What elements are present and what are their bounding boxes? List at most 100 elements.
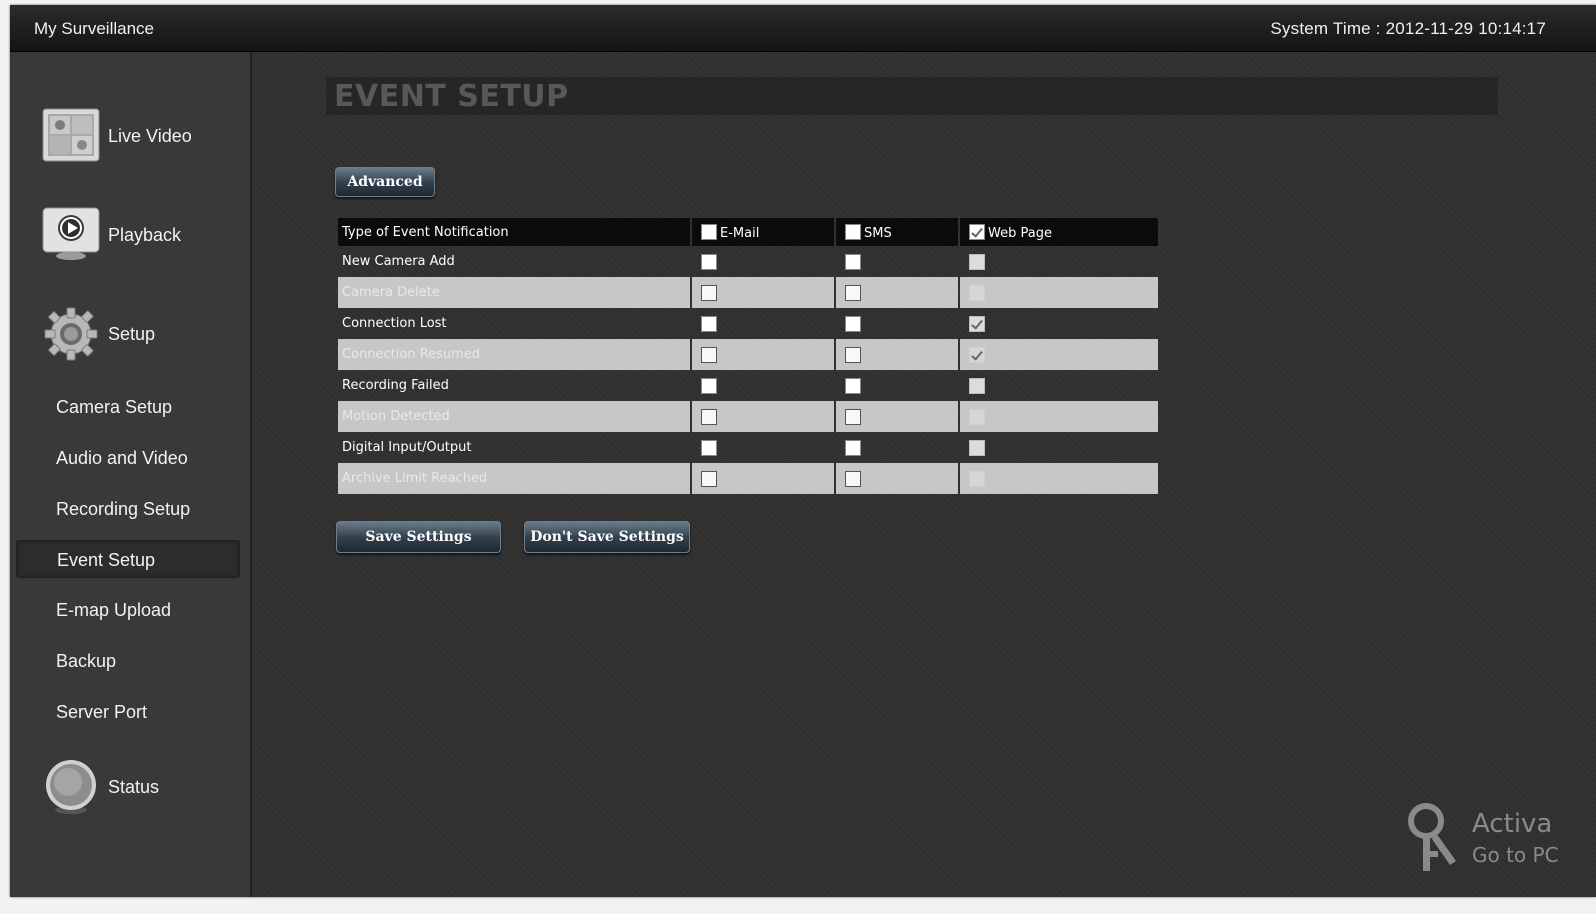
web-page-checkbox <box>969 439 985 456</box>
sidebar-item-event-setup[interactable]: Event Setup <box>16 540 240 578</box>
sms-cell <box>836 401 958 432</box>
main-content: EVENT SETUP Advanced Type of Event Notif… <box>252 52 1596 897</box>
web-page-cell <box>960 370 1158 401</box>
web-page-checkbox <box>969 346 985 363</box>
web-page-cell <box>960 432 1158 463</box>
email-checkbox[interactable] <box>701 470 717 487</box>
event-name: Connection Resumed <box>338 339 690 370</box>
table-row: New Camera Add <box>338 246 1158 277</box>
event-name: Recording Failed <box>342 378 449 393</box>
table-row: Archive Limit Reached <box>338 463 1158 494</box>
event-name: Archive Limit Reached <box>338 463 690 494</box>
event-notification-table: Type of Event Notification E-Mail SMS We… <box>336 218 1160 494</box>
sms-cell <box>836 246 958 277</box>
sms-checkbox[interactable] <box>845 284 861 301</box>
page-header: EVENT SETUP <box>326 77 1498 115</box>
email-cell <box>692 246 834 277</box>
web-page-cell <box>960 339 1158 370</box>
web-page-cell <box>960 277 1158 308</box>
email-checkbox[interactable] <box>701 408 717 425</box>
web-page-checkbox <box>969 253 985 270</box>
sidebar-item-recording-setup[interactable]: Recording Setup <box>16 490 240 528</box>
nav-playback[interactable]: Playback <box>42 205 242 265</box>
sms-checkbox[interactable] <box>845 315 861 332</box>
email-cell <box>692 432 834 463</box>
web-page-all-checkbox[interactable] <box>969 223 985 240</box>
sms-cell <box>836 339 958 370</box>
sms-checkbox[interactable] <box>845 346 861 363</box>
nav-setup[interactable]: Setup <box>42 304 242 364</box>
sms-cell <box>836 277 958 308</box>
top-bar: My Surveillance System Time : 2012-11-29… <box>10 5 1596 52</box>
event-name: Digital Input/Output <box>342 440 472 455</box>
sms-cell <box>836 308 958 339</box>
sidebar-item-audio-and-video[interactable]: Audio and Video <box>16 439 240 477</box>
key-icon <box>1408 803 1456 871</box>
email-all-checkbox[interactable] <box>701 223 717 240</box>
sms-checkbox[interactable] <box>845 439 861 456</box>
web-page-cell <box>960 308 1158 339</box>
event-name: New Camera Add <box>342 254 455 269</box>
sms-all-checkbox[interactable] <box>845 223 861 240</box>
system-time: System Time : 2012-11-29 10:14:17 <box>1270 19 1546 38</box>
email-header: E-Mail <box>692 218 834 246</box>
save-settings-button[interactable]: Save Settings <box>336 521 501 553</box>
sms-checkbox[interactable] <box>845 408 861 425</box>
activation-watermark: Activa Go to PC <box>1406 801 1596 881</box>
sidebar: Live Video Playback Setup Camera Setup A… <box>10 52 252 897</box>
sms-checkbox[interactable] <box>845 253 861 270</box>
sms-header-label: SMS <box>864 225 892 241</box>
email-cell <box>692 370 834 401</box>
web-page-header-label: Web Page <box>988 225 1052 241</box>
table-row: Motion Detected <box>338 401 1158 432</box>
watermark-line-2: Go to PC <box>1472 843 1559 867</box>
web-page-checkbox <box>969 284 985 301</box>
email-checkbox[interactable] <box>701 377 717 394</box>
web-page-header: Web Page <box>960 218 1158 246</box>
table-row: Camera Delete <box>338 277 1158 308</box>
live-video-icon <box>42 107 100 165</box>
nav-status[interactable]: Status <box>42 757 242 817</box>
email-checkbox[interactable] <box>701 346 717 363</box>
web-page-checkbox <box>969 408 985 425</box>
dont-save-settings-button[interactable]: Don't Save Settings <box>524 521 690 553</box>
web-page-cell <box>960 401 1158 432</box>
web-page-cell <box>960 463 1158 494</box>
sms-header: SMS <box>836 218 958 246</box>
nav-setup-label: Setup <box>108 323 156 344</box>
table-row: Connection Resumed <box>338 339 1158 370</box>
sidebar-item-backup[interactable]: Backup <box>16 642 240 680</box>
sms-checkbox[interactable] <box>845 470 861 487</box>
sidebar-item-camera-setup[interactable]: Camera Setup <box>16 388 240 426</box>
sms-checkbox[interactable] <box>845 377 861 394</box>
web-page-cell <box>960 246 1158 277</box>
sidebar-item-e-map-upload[interactable]: E-map Upload <box>16 591 240 629</box>
email-cell <box>692 339 834 370</box>
gear-icon <box>42 305 100 363</box>
sms-cell <box>836 463 958 494</box>
web-page-checkbox <box>969 315 985 332</box>
sms-cell <box>836 432 958 463</box>
sidebar-item-server-port[interactable]: Server Port <box>16 693 240 731</box>
email-checkbox[interactable] <box>701 439 717 456</box>
email-header-label: E-Mail <box>720 225 760 241</box>
app-window: My Surveillance System Time : 2012-11-29… <box>10 5 1596 897</box>
page-title: EVENT SETUP <box>334 79 569 114</box>
advanced-button[interactable]: Advanced <box>335 167 435 197</box>
nav-live-video[interactable]: Live Video <box>42 106 242 166</box>
playback-icon <box>42 206 100 264</box>
web-page-checkbox <box>969 470 985 487</box>
table-row: Recording Failed <box>338 370 1158 401</box>
email-cell <box>692 463 834 494</box>
type-of-event-header: Type of Event Notification <box>338 218 690 246</box>
email-checkbox[interactable] <box>701 315 717 332</box>
table-row: Connection Lost <box>338 308 1158 339</box>
nav-playback-label: Playback <box>108 224 182 245</box>
event-name: Motion Detected <box>338 401 690 432</box>
email-checkbox[interactable] <box>701 284 717 301</box>
event-name: Camera Delete <box>338 277 690 308</box>
sms-cell <box>836 370 958 401</box>
email-checkbox[interactable] <box>701 253 717 270</box>
email-cell <box>692 277 834 308</box>
nav-live-video-label: Live Video <box>108 125 192 146</box>
